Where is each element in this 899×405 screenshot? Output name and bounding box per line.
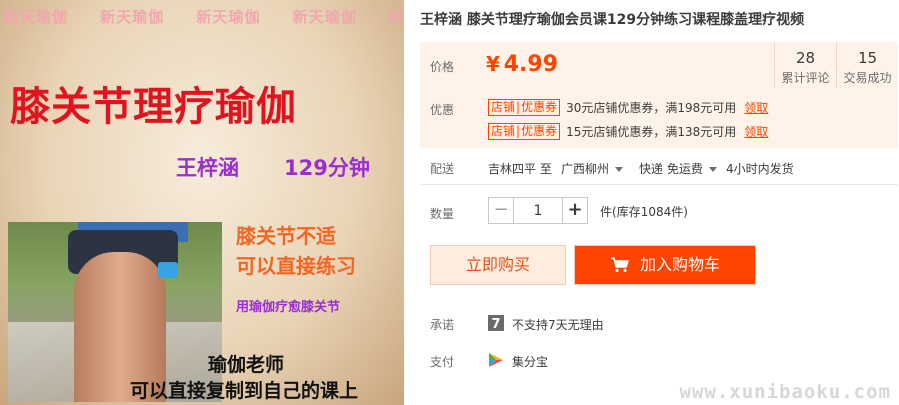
quantity-decrease-button[interactable]: − [488, 197, 514, 224]
coupon-item: 店铺|优惠券 15元店铺优惠券，满138元可用 领取 [488, 123, 768, 140]
seven-day-icon: 7 [488, 315, 504, 331]
stat-deals-label: 交易成功 [843, 71, 892, 85]
promise-text: 不支持7天无理由 [512, 318, 604, 332]
coupon-tag: 店铺|优惠券 [488, 123, 561, 140]
image-watermark-row: 新天瑜伽 新天瑜伽 新天瑜伽 新天瑜伽 新天 [4, 6, 404, 27]
quantity-input[interactable] [514, 197, 562, 224]
image-teacher-name: 王梓涵 [176, 156, 239, 180]
image-caption-2: 可以直接练习 [236, 254, 356, 278]
stat-reviews-count: 28 [795, 49, 816, 67]
coupon-tag-shop: 店铺 [491, 124, 516, 138]
coupon-tag-divider: | [516, 124, 521, 138]
image-watermark-text: 新天 [389, 8, 404, 26]
add-to-cart-button[interactable]: 加入购物车 [574, 245, 756, 285]
quantity-stepper: − + [488, 197, 588, 224]
stat-reviews[interactable]: 28 累计评论 [774, 42, 836, 88]
seven-day-icon-glyph: 7 [491, 317, 500, 331]
buy-now-button[interactable]: 立即购买 [430, 245, 566, 285]
product-detail-panel: 王梓涵 膝关节理疗瑜伽会员课129分钟练习课程膝盖理疗视频 价格 ¥ 4.99 … [420, 0, 899, 405]
delivery-from: 吉林四平 至 [488, 162, 552, 176]
image-duration: 129分钟 [284, 156, 370, 180]
quantity-increase-button[interactable]: + [562, 197, 588, 224]
coupon-tag-divider: | [516, 100, 521, 114]
price-box: 价格 ¥ 4.99 28 累计评论 15 交易成功 优惠 店铺|优惠券 30元店… [420, 42, 898, 148]
stat-reviews-label: 累计评论 [781, 71, 830, 85]
payment-label: 支付 [430, 355, 455, 369]
coupon-tag: 店铺|优惠券 [488, 99, 561, 116]
delivery-method: 快递 免运费 [639, 162, 703, 176]
coupon-item: 店铺|优惠券 30元店铺优惠券，满198元可用 领取 [488, 99, 768, 116]
image-watermark-text: 新天瑜伽 [4, 8, 69, 26]
delivery-destination: 广西柳州 [561, 162, 610, 176]
promise-row: 承诺 7 不支持7天无理由 [420, 315, 898, 333]
quantity-row: 数量 − + 件(库存1084件) [420, 197, 898, 225]
section-divider [420, 184, 898, 185]
currency-symbol: ¥ [486, 52, 500, 76]
delivery-dispatch-time: 4小时内发货 [726, 162, 794, 176]
coupon-text: 15元店铺优惠券，满138元可用 [566, 125, 737, 139]
delivery-destination-select[interactable]: 广西柳州 [561, 160, 624, 177]
image-caption-1: 膝关节不适 [236, 224, 336, 248]
stock-info: 件(库存1084件) [600, 205, 688, 219]
cart-icon [610, 257, 629, 273]
delivery-label: 配送 [430, 162, 455, 176]
coupon-tag-type: 优惠券 [521, 100, 558, 114]
chevron-down-icon [615, 167, 624, 172]
add-to-cart-label: 加入购物车 [639, 255, 720, 274]
stat-deals: 15 交易成功 [836, 42, 898, 88]
promo-label: 优惠 [430, 103, 455, 117]
image-headline: 膝关节理疗瑜伽 [10, 84, 297, 130]
price-label: 价格 [430, 60, 455, 74]
image-watermark-text: 新天瑜伽 [196, 8, 261, 26]
payment-text: 集分宝 [512, 355, 549, 369]
image-caption-3: 用瑜伽疗愈膝关节 [236, 300, 341, 315]
price-value: 4.99 [503, 52, 559, 77]
knee-photo [8, 222, 222, 402]
site-watermark: www.xunibaoku.com [679, 381, 891, 403]
chevron-down-icon [708, 167, 717, 172]
image-caption-4: 瑜伽老师 [208, 354, 285, 376]
coupon-tag-shop: 店铺 [491, 100, 516, 114]
price-display: ¥ 4.99 [486, 52, 558, 77]
payment-row: 支付 集分宝 [420, 352, 898, 370]
jifenbao-icon [489, 353, 503, 367]
promise-label: 承诺 [430, 318, 455, 332]
image-watermark-text: 新天瑜伽 [100, 8, 165, 26]
coupon-text: 30元店铺优惠券，满198元可用 [566, 101, 737, 115]
sales-stats: 28 累计评论 15 交易成功 [774, 42, 898, 88]
delivery-method-select[interactable]: 快递 免运费 [639, 160, 717, 177]
photo-wristband [158, 262, 178, 278]
coupon-claim-link[interactable]: 领取 [744, 99, 768, 116]
delivery-row: 配送 吉林四平 至 广西柳州 快递 免运费 4小时内发货 [420, 157, 898, 177]
image-watermark-text: 新天瑜伽 [292, 8, 357, 26]
image-caption-5: 可以直接复制到自己的课上 [130, 380, 359, 402]
stat-deals-count: 15 [857, 49, 878, 67]
quantity-label: 数量 [430, 207, 455, 221]
product-main-image[interactable]: 新天瑜伽 新天瑜伽 新天瑜伽 新天瑜伽 新天 膝关节理疗瑜伽 王梓涵 129分钟… [0, 0, 404, 405]
coupon-tag-type: 优惠券 [521, 124, 558, 138]
product-title: 王梓涵 膝关节理疗瑜伽会员课129分钟练习课程膝盖理疗视频 [420, 12, 805, 28]
coupon-claim-link[interactable]: 领取 [744, 123, 768, 140]
